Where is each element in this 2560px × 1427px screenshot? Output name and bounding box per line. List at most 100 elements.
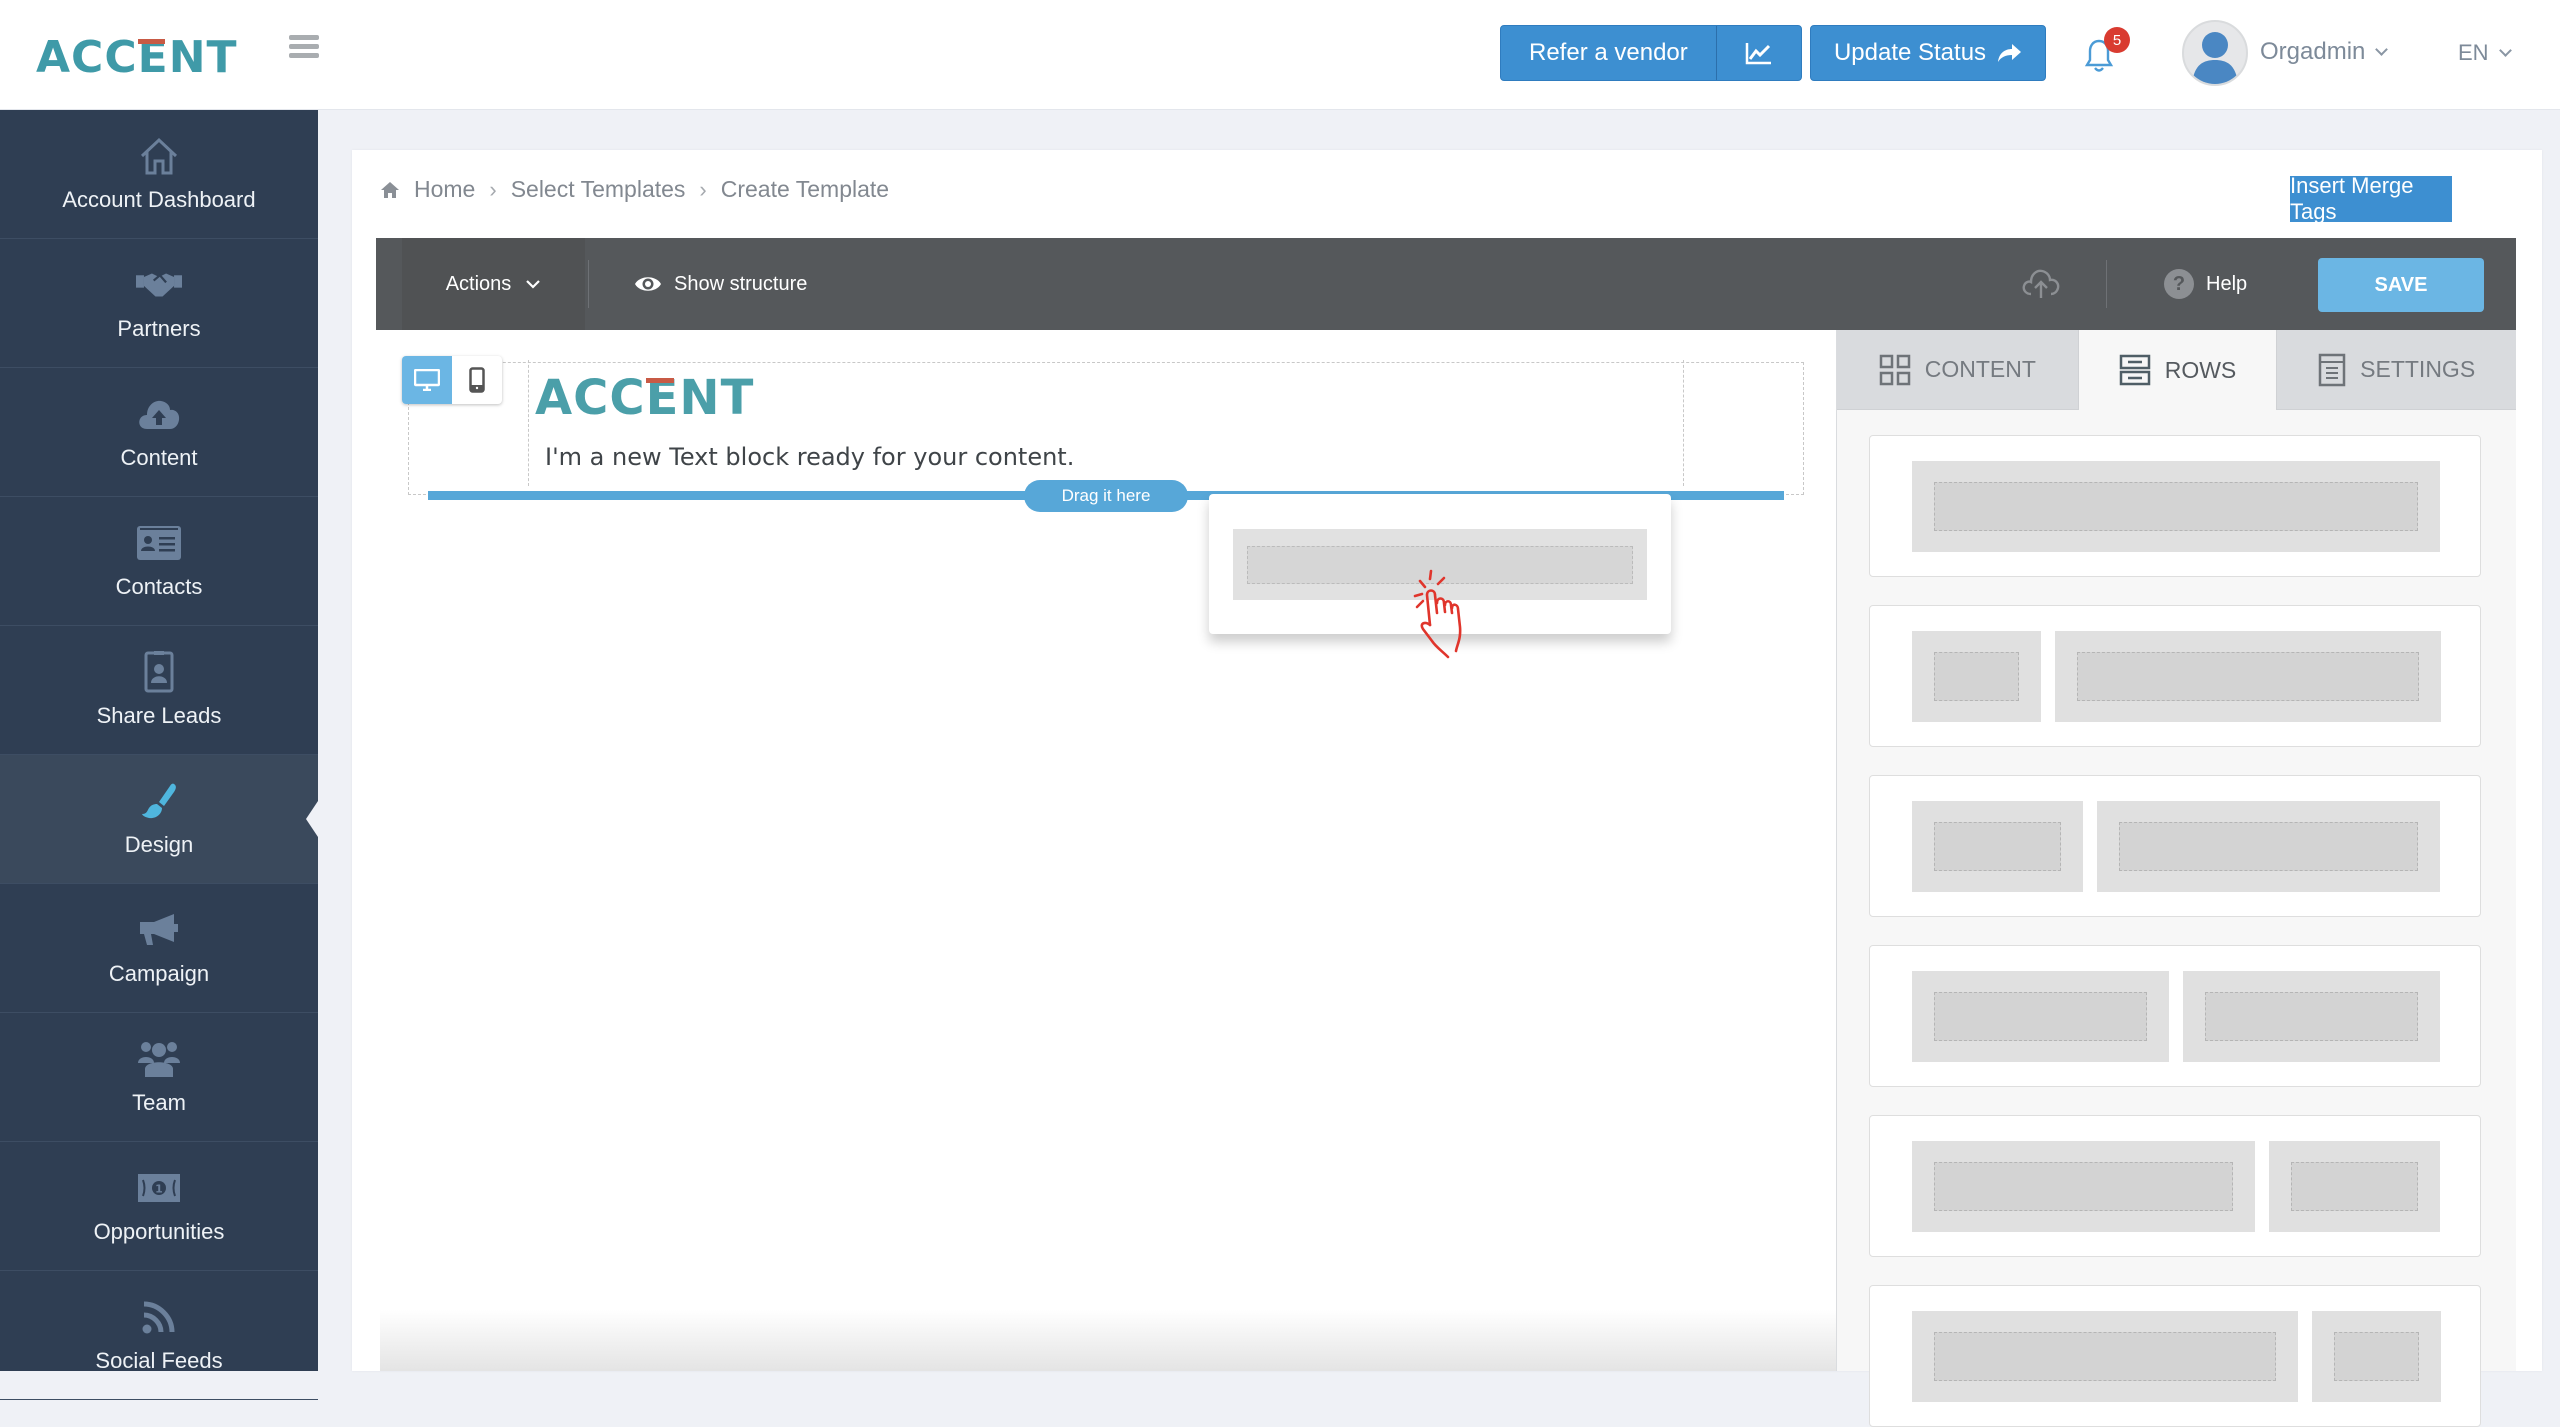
sidebar-item-label: Partners	[117, 316, 201, 341]
refer-vendor-button[interactable]: Refer a vendor	[1501, 39, 1716, 67]
breadcrumb-home[interactable]: Home	[414, 176, 475, 203]
column-placeholder	[2334, 1332, 2419, 1381]
sidebar-item-campaign[interactable]: Campaign	[0, 884, 318, 1013]
toolbar-divider	[2106, 260, 2107, 308]
cloud-upload-icon[interactable]	[2021, 266, 2061, 305]
email-logo-image[interactable]: ACCENT	[535, 370, 754, 426]
panel-tabs: CONTENT ROWS SETTINGS	[1837, 330, 2516, 410]
brand-logo[interactable]: ACCENT	[36, 32, 238, 83]
row-layout-column	[2055, 631, 2441, 722]
email-logo-end: NT	[679, 370, 755, 426]
user-menu[interactable]: Orgadmin	[2260, 38, 2389, 66]
sidebar-item-content[interactable]: Content	[0, 368, 318, 497]
column-placeholder	[1934, 652, 2019, 701]
sidebar-item-label: Share Leads	[96, 703, 222, 728]
actions-label: Actions	[445, 272, 512, 295]
hamburger-menu-icon[interactable]	[289, 35, 319, 61]
column-placeholder	[1934, 1332, 2276, 1381]
sidebar-item-contacts[interactable]: Contacts	[0, 497, 318, 626]
chart-line-icon[interactable]	[1717, 41, 1801, 65]
row-layout-column	[1912, 631, 2041, 722]
chevron-down-icon	[526, 280, 541, 289]
row-layout-card[interactable]	[1869, 435, 2481, 577]
rows-icon	[2119, 354, 2150, 386]
column-divider	[1683, 360, 1684, 486]
sidebar-item-label: Team	[132, 1090, 186, 1115]
sidebar-item-design[interactable]: Design	[0, 755, 318, 884]
handshake-icon	[136, 264, 182, 306]
desktop-icon	[414, 369, 440, 391]
avatar[interactable]	[2182, 20, 2248, 86]
sidebar-item-account-dashboard[interactable]: Account Dashboard	[0, 110, 318, 239]
actions-dropdown[interactable]: Actions	[402, 238, 585, 330]
notification-badge: 5	[2104, 27, 2130, 53]
breadcrumb: Home › Select Templates › Create Templat…	[380, 176, 889, 203]
row-layout-column	[1912, 971, 2169, 1062]
column-placeholder	[2205, 992, 2418, 1041]
tab-settings[interactable]: SETTINGS	[2276, 330, 2516, 410]
grid-icon	[1879, 354, 1910, 385]
row-layout-card[interactable]	[1869, 1115, 2481, 1257]
row-layout-card[interactable]	[1869, 1285, 2481, 1427]
row-layout-column	[2269, 1141, 2440, 1232]
tab-rows[interactable]: ROWS	[2078, 330, 2277, 410]
sidebar-item-label: Campaign	[108, 961, 210, 986]
desktop-view-button[interactable]	[402, 356, 452, 404]
sidebar-item-label: Contacts	[115, 574, 203, 599]
show-structure-label: Show structure	[674, 272, 808, 295]
row-layout-column	[1912, 1141, 2255, 1232]
row-layout-card[interactable]	[1869, 945, 2481, 1087]
email-logo-e: E	[645, 370, 680, 426]
sidebar-item-social-feeds[interactable]: Social Feeds	[0, 1271, 318, 1400]
editor-toolbar: Actions Show structure ? Help SAVE	[376, 238, 2516, 330]
sidebar-item-team[interactable]: Team	[0, 1013, 318, 1142]
chevron-down-icon	[2498, 44, 2512, 57]
breadcrumb-select-templates[interactable]: Select Templates	[511, 176, 686, 203]
tab-content[interactable]: CONTENT	[1837, 330, 2079, 410]
column-divider	[528, 360, 529, 486]
logo-text-end: NT	[168, 32, 238, 83]
column-placeholder	[1934, 822, 2061, 871]
user-name: Orgadmin	[2260, 38, 2366, 65]
document-icon	[2318, 353, 2346, 386]
show-structure-toggle[interactable]: Show structure	[634, 238, 807, 330]
text-block[interactable]: I'm a new Text block ready for your cont…	[545, 443, 1074, 471]
drop-hint-label: Drag it here	[1024, 480, 1188, 512]
save-button[interactable]: SAVE	[2318, 258, 2484, 312]
column-placeholder	[1934, 1162, 2233, 1211]
help-button[interactable]: ? Help	[2164, 238, 2247, 330]
home-icon	[136, 135, 182, 177]
column-placeholder	[1934, 482, 2418, 531]
sidebar-item-label: Account Dashboard	[62, 187, 256, 212]
sidebar-item-label: Content	[120, 445, 198, 470]
sidebar-item-share-leads[interactable]: Share Leads	[0, 626, 318, 755]
home-icon	[381, 181, 399, 198]
toolbar-divider	[588, 260, 589, 308]
help-label: Help	[2206, 272, 2248, 295]
breadcrumb-separator: ›	[489, 176, 497, 202]
breadcrumb-separator: ›	[699, 176, 707, 202]
cloud-upload-icon	[136, 393, 182, 435]
update-status-button[interactable]: Update Status	[1810, 25, 2046, 81]
row-layout-column	[1912, 461, 2440, 552]
row-layout-card[interactable]	[1869, 605, 2481, 747]
insert-merge-tags-button[interactable]: Insert Merge Tags	[2290, 173, 2452, 224]
mobile-view-button[interactable]	[452, 356, 502, 404]
language-selector[interactable]: EN	[2458, 40, 2512, 66]
row-layout-column	[2097, 801, 2440, 892]
row-layout-card[interactable]	[1869, 775, 2481, 917]
email-logo-start: ACC	[535, 370, 646, 426]
sidebar-item-label: Opportunities	[93, 1219, 225, 1244]
svg-text:1: 1	[155, 1183, 163, 1196]
sidebar-item-label: Design	[124, 832, 194, 857]
sidebar-item-partners[interactable]: Partners	[0, 239, 318, 368]
column-placeholder	[2119, 822, 2418, 871]
refer-vendor-button-group: Refer a vendor	[1500, 25, 1802, 81]
money-icon: 1	[136, 1167, 182, 1209]
eye-icon	[635, 277, 661, 291]
sidebar: Account Dashboard Partners Content Conta…	[0, 110, 318, 1400]
rows-panel: CONTENT ROWS SETTINGS	[1836, 330, 2516, 1427]
language-label: EN	[2458, 40, 2489, 65]
sidebar-item-opportunities[interactable]: 1 Opportunities	[0, 1142, 318, 1271]
rss-icon	[136, 1296, 182, 1338]
